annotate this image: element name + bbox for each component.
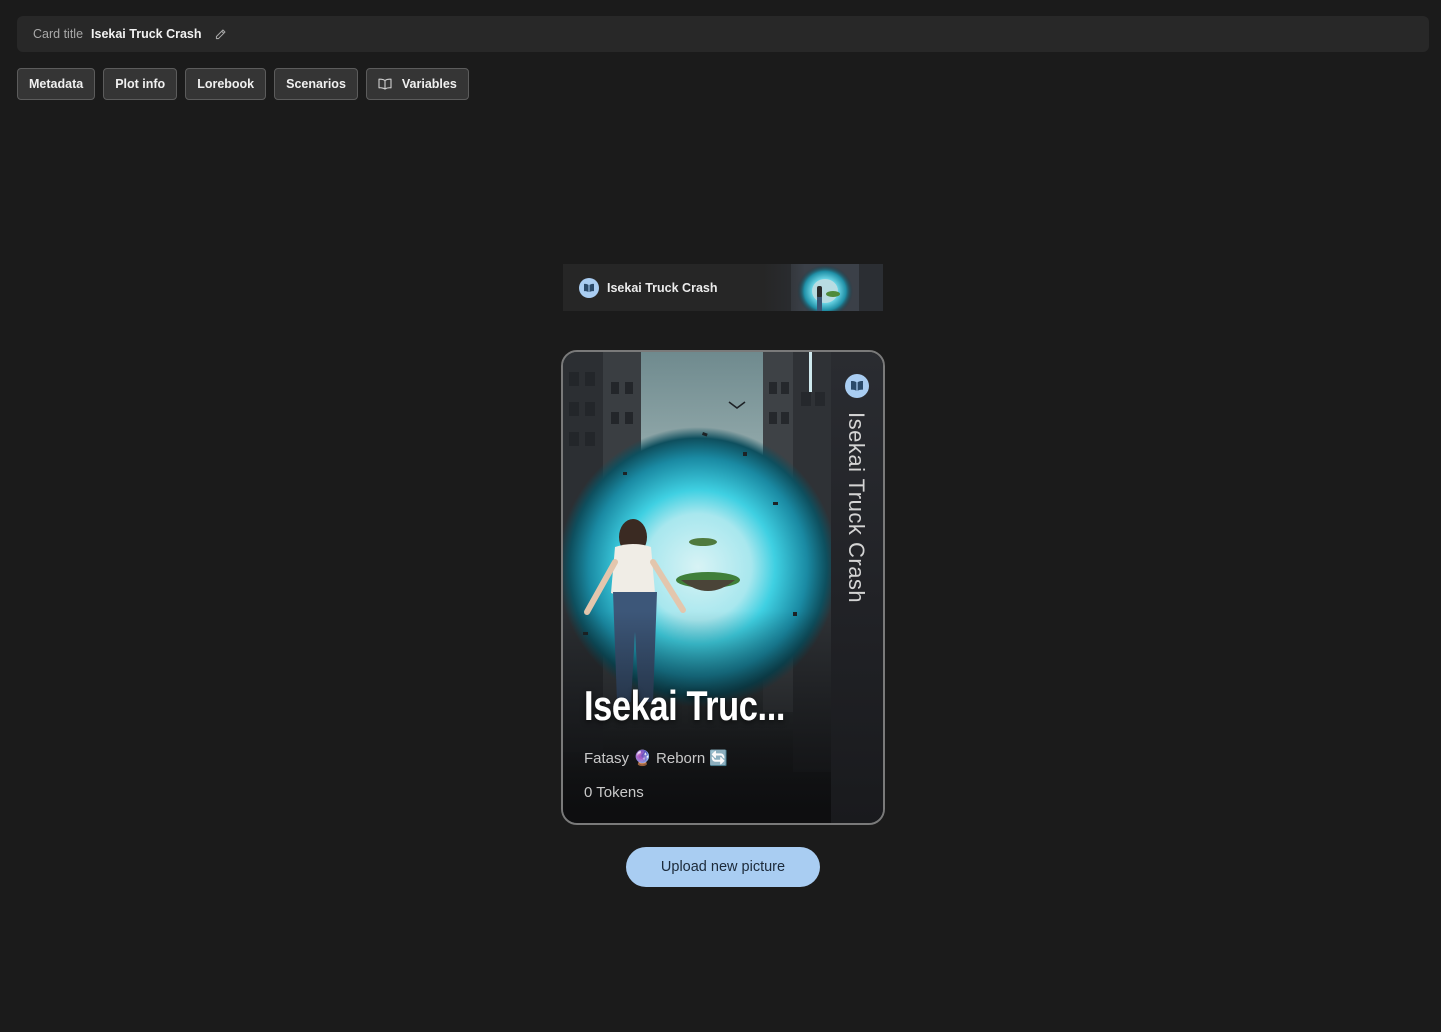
card-thumbnail-image (763, 264, 883, 311)
book-icon (845, 374, 869, 398)
book-icon (579, 277, 599, 298)
card-side-title: Isekai Truck Crash (844, 412, 869, 604)
tab-label: Plot info (115, 77, 166, 91)
card-title-bar: Card title Isekai Truck Crash (17, 16, 1429, 52)
tab-scenarios[interactable]: Scenarios (274, 68, 358, 100)
card-side-panel: Isekai Truck Crash (831, 352, 883, 823)
compact-card-title: Isekai Truck Crash (607, 280, 718, 295)
upload-picture-button[interactable]: Upload new picture (626, 847, 820, 887)
tab-metadata[interactable]: Metadata (17, 68, 96, 100)
book-icon (378, 78, 392, 90)
tab-label: Lorebook (197, 77, 255, 91)
card-name: Isekai Truc... (584, 682, 786, 729)
card-tags: Fatasy 🔮 Reborn 🔄 (584, 750, 729, 767)
tab-variables[interactable]: Variables (365, 68, 469, 100)
card-title-label: Card title (33, 27, 84, 41)
tab-label: Scenarios (286, 77, 346, 91)
card-title-value[interactable]: Isekai Truck Crash (91, 27, 201, 41)
character-card: Isekai Truck Crash Isekai Truc... Fatasy… (561, 350, 885, 825)
tab-label: Variables (401, 77, 457, 91)
tab-plot-info[interactable]: Plot info (103, 68, 178, 100)
card-token-count: 0 Tokens (584, 784, 644, 801)
tab-lorebook[interactable]: Lorebook (185, 68, 267, 100)
compact-card-preview[interactable]: Isekai Truck Crash (563, 264, 883, 311)
tab-label: Metadata (29, 77, 84, 91)
pencil-icon[interactable] (214, 27, 228, 41)
section-tabs: Metadata Plot info Lorebook Scenarios Va… (17, 68, 469, 100)
